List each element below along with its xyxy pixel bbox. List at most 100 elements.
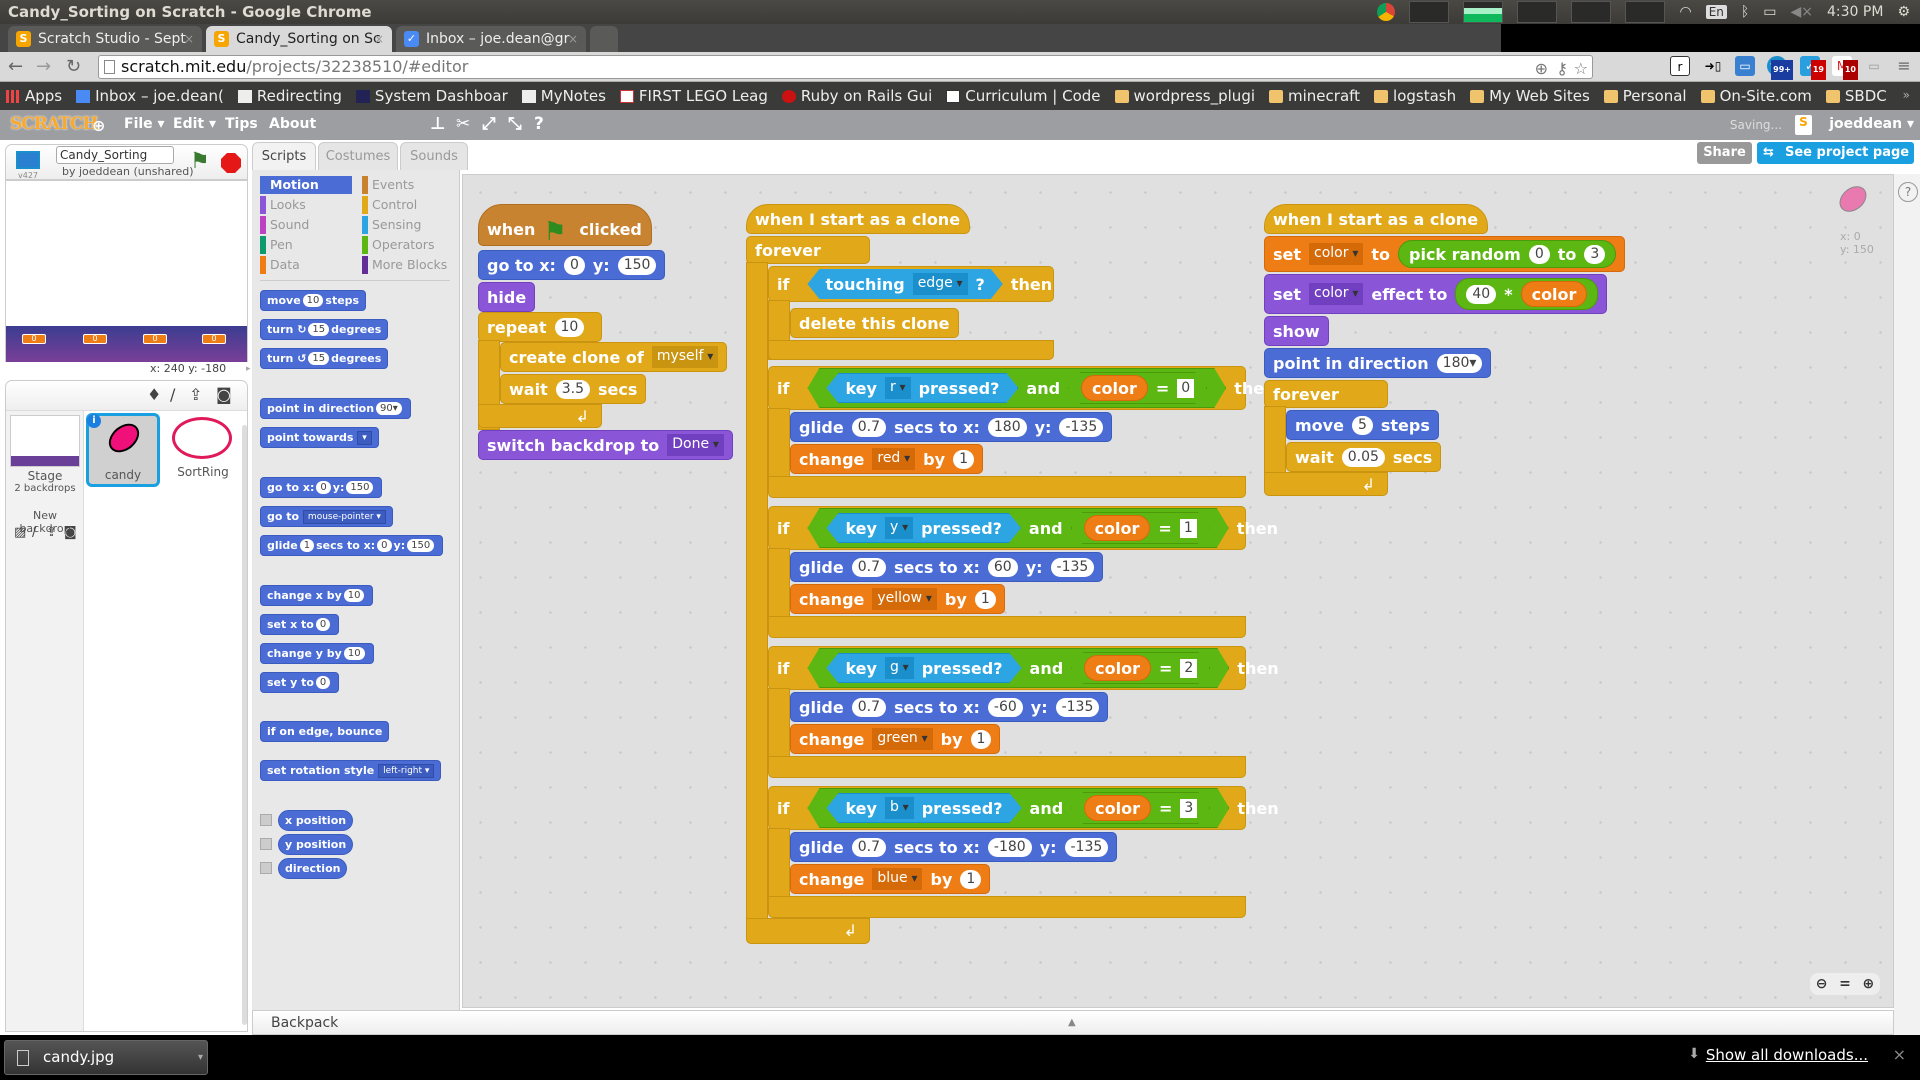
tab-candy-sorting[interactable]: S Candy_Sorting on Sc × [206, 26, 392, 52]
delete-clone-block[interactable]: delete this clone [790, 308, 959, 338]
camera-sprite-icon[interactable]: ◙ [216, 385, 232, 404]
tab-costumes[interactable]: Costumes [318, 142, 398, 170]
download-item[interactable]: candy.jpg ▾ [4, 1040, 208, 1075]
power-gear-icon[interactable]: ⚙ [1897, 4, 1910, 20]
palette-glide-block[interactable]: glide 1 secs to x: 0 y: 150 [260, 535, 444, 556]
upload-backdrop-icon[interactable]: ⇪ [46, 525, 57, 540]
tab-inbox[interactable]: ✓ Inbox – joe.dean@gr × [396, 26, 586, 52]
bookmark-mynotes[interactable]: MyNotes [521, 87, 606, 105]
category-sensing[interactable]: Sensing [362, 216, 452, 234]
bookmark-folder-logstash[interactable]: logstash [1374, 87, 1456, 105]
move-steps-block[interactable]: move 5 steps [1286, 410, 1439, 440]
tasks-icon[interactable]: ✓19 [1800, 56, 1826, 80]
upload-sprite-icon[interactable]: ⇪ [189, 385, 202, 404]
and-predicate[interactable]: keybpressed? and color=3 [807, 788, 1229, 828]
tab-scratch-studio[interactable]: S Scratch Studio - Sept × [8, 26, 202, 52]
new-tab-button[interactable] [590, 26, 618, 52]
change-variable-block[interactable]: changegreenby1 [790, 724, 1001, 754]
when-flag-clicked-block[interactable]: when ⚑ clicked [478, 204, 652, 247]
key-pressed-predicate[interactable]: keygpressed? [826, 653, 1021, 683]
glide-block[interactable]: glide 0.7 secs to x: 60 y: -135 [790, 552, 1104, 582]
tab-scripts[interactable]: Scripts [252, 142, 316, 170]
x-position-checkbox[interactable] [260, 814, 272, 826]
palette-point-towards-block[interactable]: point towards ▾ [260, 427, 379, 448]
change-variable-block[interactable]: changeyellowby1 [790, 584, 1005, 614]
close-tab-icon[interactable]: × [184, 26, 194, 52]
palette-set-y-block[interactable]: set y to 0 [260, 672, 340, 693]
multiply-reporter[interactable]: 40 * color [1455, 278, 1599, 310]
zoom-reset-icon[interactable]: = [1839, 976, 1851, 992]
glide-block[interactable]: glide 0.7 secs to x: 180 y: -135 [790, 412, 1113, 442]
palette-goto-xy-block[interactable]: go to x: 0 y: 150 [260, 477, 383, 498]
keyboard-lang[interactable]: En [1705, 5, 1727, 19]
variable-monitor-green[interactable]: 0 [143, 334, 167, 344]
back-button[interactable]: ← [8, 56, 23, 77]
key-pressed-predicate[interactable]: keyrpressed? [826, 373, 1018, 403]
share-button[interactable]: Share [1697, 142, 1752, 164]
change-variable-block[interactable]: changeredby1 [790, 444, 983, 474]
scratch-logo[interactable]: SCRATCH [10, 114, 98, 134]
if-key-y-block[interactable]: if keyypressed? and color=1 then [768, 506, 1278, 550]
paint-backdrop-icon[interactable]: / [32, 525, 36, 540]
forever-block[interactable]: forever [746, 236, 870, 264]
palette-goto-block[interactable]: go to mouse-pointer ▾ [260, 506, 393, 527]
duplicate-stamp-icon[interactable]: ⊥ [430, 114, 446, 134]
palette-turn-cw-block[interactable]: turn ↻ 15 degrees [260, 319, 389, 340]
equals-value-input[interactable]: 0 [1177, 379, 1194, 398]
bookmark-rails-guide[interactable]: Ruby on Rails Gui [781, 87, 932, 105]
variable-dropdown[interactable]: blue [872, 868, 923, 890]
bookmark-folder-my-web-sites[interactable]: My Web Sites [1470, 87, 1590, 105]
color-variable-reporter[interactable]: color [1520, 281, 1588, 307]
sprite-tile-candy[interactable]: i candy [86, 413, 160, 487]
bookmark-apps[interactable]: Apps [6, 87, 62, 105]
key-dropdown[interactable]: y [885, 517, 913, 539]
and-predicate[interactable]: keyypressed? and color=1 [807, 508, 1228, 548]
palette-bounce-block[interactable]: if on edge, bounce [260, 721, 390, 742]
palette-change-x-block[interactable]: change x by 10 [260, 585, 374, 606]
project-title-input[interactable]: Candy_Sorting [56, 146, 174, 164]
when-start-as-clone-block-2[interactable]: when I start as a clone [1264, 204, 1488, 234]
color-variable-reporter[interactable]: color [1084, 515, 1151, 541]
goto-xy-block[interactable]: go to x: 0 y: 150 [478, 250, 666, 280]
bookmark-curriculum[interactable]: Curriculum | Code [946, 87, 1101, 105]
bookmark-folder-personal[interactable]: Personal [1603, 87, 1687, 105]
equals-value-input[interactable]: 1 [1180, 519, 1197, 538]
bookmark-redirecting[interactable]: Redirecting [237, 87, 342, 105]
backdrop-library-icon[interactable]: ▨ [14, 525, 26, 540]
y-position-checkbox[interactable] [260, 838, 272, 850]
category-motion[interactable]: Motion [260, 176, 352, 194]
set-variable-block[interactable]: setcolorto pick random0to3 [1264, 236, 1626, 272]
color-variable-reporter[interactable]: color [1084, 795, 1151, 821]
scripts-area[interactable] [462, 174, 1894, 1008]
when-start-as-clone-block[interactable]: when I start as a clone [746, 204, 970, 234]
color-variable-reporter[interactable]: color [1084, 655, 1151, 681]
palette-point-direction-block[interactable]: point in direction 90▾ [260, 398, 411, 419]
address-bar[interactable]: scratch.mit.edu/projects/32238510/#edito… [98, 55, 1593, 79]
category-control[interactable]: Control [362, 196, 452, 214]
bookmark-star-icon[interactable]: ☆ [1574, 58, 1588, 80]
change-variable-block[interactable]: changeblueby1 [790, 864, 991, 894]
clock[interactable]: 4:30 PM [1827, 4, 1883, 20]
equals-predicate[interactable]: color = 1 [1071, 512, 1210, 544]
variable-dropdown[interactable]: yellow [872, 588, 937, 610]
see-project-page-button[interactable]: ⇆ See project page [1757, 142, 1914, 164]
download-options-icon[interactable]: ▾ [198, 1041, 203, 1074]
info-icon[interactable]: i [87, 414, 101, 428]
close-tab-icon[interactable]: × [374, 26, 384, 52]
gmail-icon[interactable]: M10 [1832, 56, 1858, 80]
if-key-r-block[interactable]: if keyrpressed? and color=0 then [768, 366, 1275, 410]
key-icon[interactable]: ⚷ [1556, 58, 1568, 80]
backpack-bar[interactable]: Backpack ▲ [252, 1010, 1894, 1035]
show-block[interactable]: show [1264, 316, 1329, 346]
battery-icon[interactable]: ▭ [1763, 4, 1776, 20]
category-data[interactable]: Data [260, 256, 352, 274]
palette-y-position-reporter[interactable]: y position [278, 834, 354, 855]
bookmark-folder-wordpress[interactable]: wordpress_plugi [1114, 87, 1255, 105]
help-icon[interactable]: ? [534, 114, 544, 134]
forever-block-2[interactable]: forever [1264, 380, 1388, 408]
touching-predicate[interactable]: touchingedge? [807, 269, 1002, 299]
direction-checkbox[interactable] [260, 862, 272, 874]
delete-scissors-icon[interactable]: ✂ [456, 114, 470, 134]
equals-predicate[interactable]: color = 2 [1071, 652, 1210, 684]
language-globe-icon[interactable]: ⊕ [92, 116, 105, 135]
